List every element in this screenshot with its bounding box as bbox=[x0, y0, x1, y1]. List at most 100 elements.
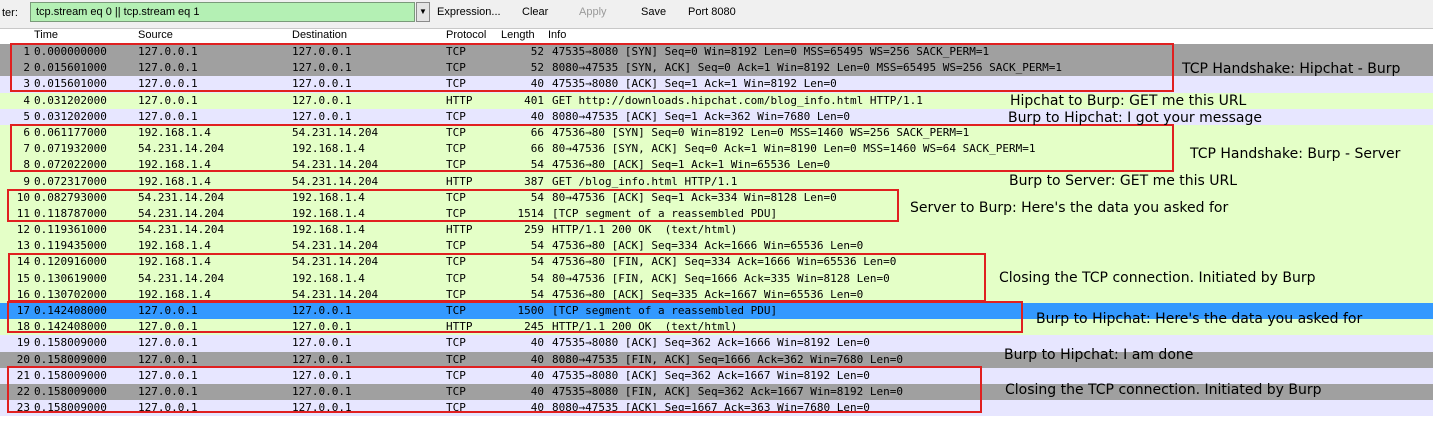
packet-source: 54.231.14.204 bbox=[138, 206, 225, 220]
packet-time: 0.130702000 bbox=[34, 287, 107, 301]
packet-time: 0.120916000 bbox=[34, 255, 107, 269]
packet-info: 47536→80 [ACK] Seq=1 Ack=1 Win=65536 Len… bbox=[552, 158, 831, 172]
packet-length: 40 bbox=[530, 77, 544, 91]
packet-source: 127.0.0.1 bbox=[138, 109, 198, 123]
packet-info: 47535→8080 [ACK] Seq=362 Ack=1667 Win=81… bbox=[552, 368, 870, 382]
packet-time: 0.158009000 bbox=[34, 401, 107, 415]
packet-length: 40 bbox=[530, 336, 544, 350]
packet-number: 21 bbox=[16, 368, 30, 382]
packet-row[interactable]: 13 0.119435000 192.168.1.4 54.231.14.204 TCP… bbox=[0, 238, 1433, 255]
packet-protocol: TCP bbox=[446, 352, 466, 366]
packet-protocol: TCP bbox=[446, 158, 466, 172]
packet-source: 54.231.14.204 bbox=[138, 223, 225, 237]
packet-protocol: TCP bbox=[446, 77, 466, 91]
packet-info: 47535→8080 [SYN] Seq=0 Win=8192 Len=0 MS… bbox=[552, 45, 990, 58]
column-header-source[interactable]: Source bbox=[138, 29, 173, 42]
packet-row[interactable]: 19 0.158009000 127.0.0.1 127.0.0.1 TCP 40 4753… bbox=[0, 335, 1433, 352]
packet-protocol: TCP bbox=[446, 336, 466, 350]
packet-number: 9 bbox=[23, 174, 30, 188]
packet-length: 40 bbox=[530, 368, 544, 382]
packet-number: 16 bbox=[16, 287, 30, 301]
packet-info: GET /blog_info.html HTTP/1.1 bbox=[552, 174, 738, 188]
packet-time: 0.071932000 bbox=[34, 142, 107, 156]
packet-destination: 54.231.14.204 bbox=[292, 158, 379, 172]
column-header-length[interactable]: Length bbox=[501, 29, 535, 42]
packet-source: 127.0.0.1 bbox=[138, 45, 198, 58]
packet-destination: 54.231.14.204 bbox=[292, 255, 379, 269]
packet-number: 20 bbox=[16, 352, 30, 366]
packet-destination: 192.168.1.4 bbox=[292, 190, 365, 204]
packet-protocol: TCP bbox=[446, 125, 466, 139]
packet-length: 54 bbox=[530, 190, 544, 204]
packet-time: 0.158009000 bbox=[34, 352, 107, 366]
packet-source: 192.168.1.4 bbox=[138, 158, 211, 172]
packet-length: 387 bbox=[524, 174, 544, 188]
packet-number: 23 bbox=[16, 401, 30, 415]
expression-button[interactable]: Expression... bbox=[437, 6, 501, 18]
packet-protocol: TCP bbox=[446, 287, 466, 301]
column-header-destination[interactable]: Destination bbox=[292, 29, 347, 42]
packet-protocol: TCP bbox=[446, 190, 466, 204]
packet-row[interactable]: 6 0.061177000 192.168.1.4 54.231.14.204 TCP 6… bbox=[0, 124, 1433, 142]
packet-source: 127.0.0.1 bbox=[138, 77, 198, 91]
packet-time: 0.142408000 bbox=[34, 320, 107, 334]
packet-info: HTTP/1.1 200 OK (text/html) bbox=[552, 223, 738, 237]
column-header-info[interactable]: Info bbox=[548, 29, 566, 42]
packet-time: 0.015601000 bbox=[34, 77, 107, 91]
annotation-label: TCP Handshake: Hipchat - Burp bbox=[1182, 61, 1401, 77]
packet-row[interactable]: 3 0.015601000 127.0.0.1 127.0.0.1 TCP 40 47535… bbox=[0, 76, 1433, 93]
packet-destination: 127.0.0.1 bbox=[292, 384, 352, 398]
port-8080-button[interactable]: Port 8080 bbox=[688, 6, 736, 18]
display-filter-input[interactable]: tcp.stream eq 0 || tcp.stream eq 1 bbox=[30, 2, 415, 22]
packet-length: 66 bbox=[530, 142, 544, 156]
packet-number: 10 bbox=[16, 190, 30, 204]
packet-info: 80→47536 [FIN, ACK] Seq=1666 Ack=335 Win… bbox=[552, 271, 890, 285]
packet-protocol: TCP bbox=[446, 271, 466, 285]
packet-info: 47536→80 [FIN, ACK] Seq=334 Ack=1666 Win… bbox=[552, 255, 897, 269]
packet-row[interactable]: 20 0.158009000 127.0.0.1 127.0.0.1 TCP 40 8080… bbox=[0, 351, 1433, 368]
display-filter-text: tcp.stream eq 0 || tcp.stream eq 1 bbox=[36, 6, 200, 18]
packet-number: 3 bbox=[23, 77, 30, 91]
packet-row[interactable]: 14 0.120916000 192.168.1.4 54.231.14.204 TCP… bbox=[0, 254, 1433, 271]
packet-destination: 127.0.0.1 bbox=[292, 304, 352, 317]
packet-number: 13 bbox=[16, 239, 30, 253]
packet-row[interactable]: 23 0.158009000 127.0.0.1 127.0.0.1 TCP 40 8080… bbox=[0, 400, 1433, 417]
packet-number: 6 bbox=[23, 125, 30, 139]
column-header-protocol[interactable]: Protocol bbox=[446, 29, 486, 42]
packet-row[interactable]: 1 0.000000000 127.0.0.1 127.0.0.1 TCP 52 47535… bbox=[0, 44, 1433, 61]
clear-button[interactable]: Clear bbox=[522, 6, 548, 18]
packet-number: 5 bbox=[23, 109, 30, 123]
save-button[interactable]: Save bbox=[641, 6, 666, 18]
packet-time: 0.158009000 bbox=[34, 336, 107, 350]
packet-length: 54 bbox=[530, 255, 544, 269]
packet-length: 54 bbox=[530, 271, 544, 285]
annotation-label: Server to Burp: Here's the data you aske… bbox=[910, 200, 1229, 216]
annotation-label: Burp to Hipchat: Here's the data you ask… bbox=[1036, 311, 1363, 327]
packet-row[interactable]: 16 0.130702000 192.168.1.4 54.231.14.204 TCP… bbox=[0, 286, 1433, 303]
packet-time: 0.072317000 bbox=[34, 174, 107, 188]
packet-protocol: TCP bbox=[446, 109, 466, 123]
packet-info: HTTP/1.1 200 OK (text/html) bbox=[552, 320, 738, 334]
packet-protocol: TCP bbox=[446, 368, 466, 382]
packet-info: 47535→8080 [ACK] Seq=1 Ack=1 Win=8192 Le… bbox=[552, 77, 837, 91]
packet-destination: 54.231.14.204 bbox=[292, 287, 379, 301]
packet-number: 2 bbox=[23, 61, 30, 75]
packet-protocol: TCP bbox=[446, 304, 466, 317]
packet-length: 1514 bbox=[517, 206, 545, 220]
packet-length: 259 bbox=[524, 223, 544, 237]
packet-source: 127.0.0.1 bbox=[138, 93, 198, 107]
packet-destination: 192.168.1.4 bbox=[292, 223, 365, 237]
packet-info: [TCP segment of a reassembled PDU] bbox=[552, 304, 778, 317]
packet-number: 17 bbox=[16, 304, 30, 317]
packet-list-header: Time Source Destination Protocol Length … bbox=[0, 29, 1433, 42]
packet-number: 4 bbox=[23, 93, 30, 107]
packet-row[interactable]: 12 0.119361000 54.231.14.204 192.168.1.4 HTT… bbox=[0, 222, 1433, 239]
packet-time: 0.158009000 bbox=[34, 368, 107, 382]
packet-source: 54.231.14.204 bbox=[138, 142, 225, 156]
apply-button[interactable]: Apply bbox=[579, 6, 607, 18]
column-header-time[interactable]: Time bbox=[34, 29, 58, 42]
filter-dropdown-button[interactable]: ▼ bbox=[416, 2, 430, 22]
packet-source: 127.0.0.1 bbox=[138, 352, 198, 366]
packet-protocol: HTTP bbox=[446, 174, 473, 188]
packet-destination: 127.0.0.1 bbox=[292, 77, 352, 91]
